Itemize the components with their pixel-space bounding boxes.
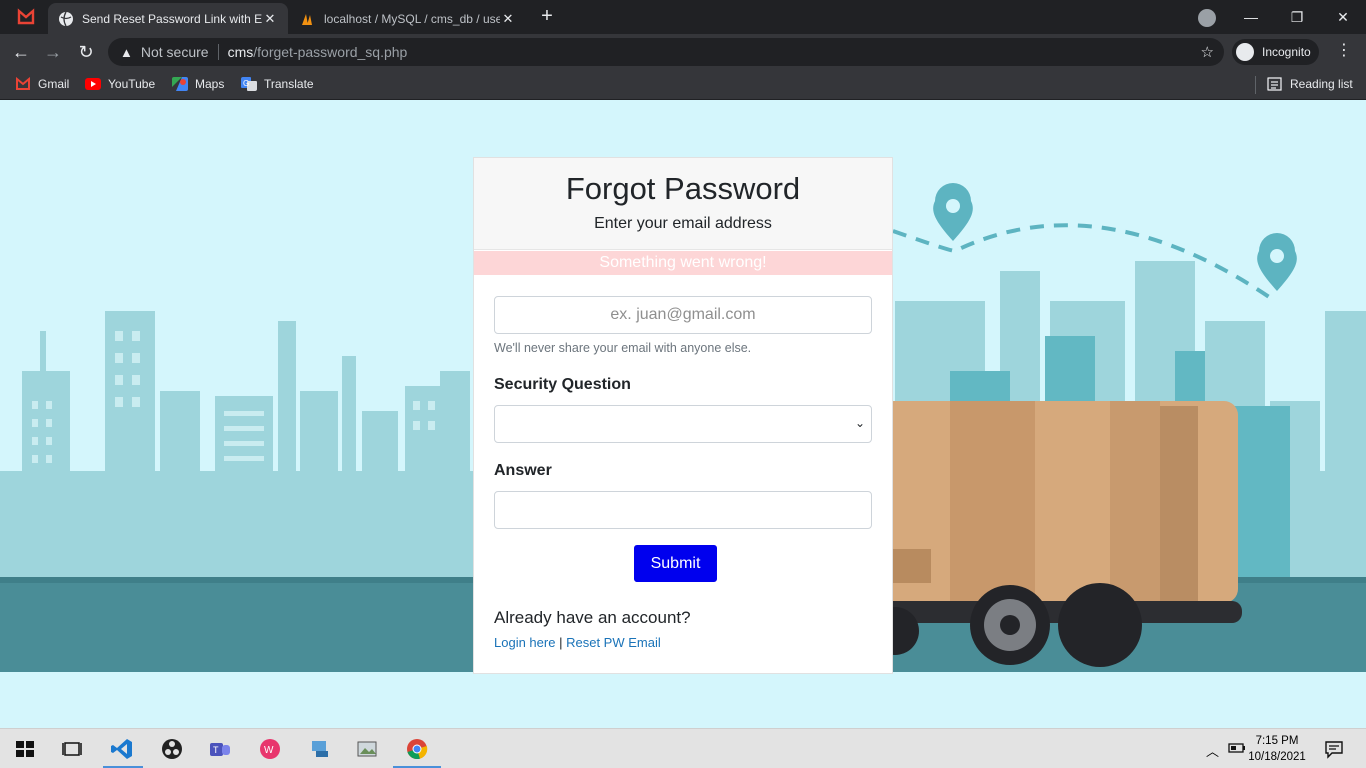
system-clock[interactable]: 7:15 PM 10/18/2021 (1244, 733, 1310, 765)
svg-text:T: T (213, 745, 219, 755)
vscode-icon[interactable] (110, 737, 134, 761)
clock-date: 10/18/2021 (1248, 751, 1306, 763)
minimize-icon[interactable]: — (1228, 0, 1274, 34)
wampserver-icon[interactable]: W (258, 737, 282, 761)
bookmark-label: Translate (264, 77, 314, 91)
close-icon[interactable]: ✕ (262, 11, 278, 27)
clock-time: 7:15 PM (1255, 735, 1299, 747)
bookmark-maps[interactable]: Maps (172, 77, 224, 91)
reload-icon[interactable]: ↻ (73, 39, 99, 65)
youtube-icon (85, 78, 101, 90)
bookmark-translate[interactable]: G Translate (241, 77, 314, 91)
incognito-icon (1236, 43, 1254, 61)
tab-label: localhost / MySQL / cms_db / use (324, 11, 500, 26)
warning-icon[interactable]: ▲ (120, 45, 133, 60)
address-bar[interactable]: ▲ Not secure cms/forget-password_sq.php … (108, 38, 1224, 66)
page-subtitle: Enter your email address (594, 215, 772, 232)
answer-label: Answer (494, 462, 552, 479)
photos-icon[interactable] (356, 737, 380, 761)
bookmark-label: Maps (195, 77, 225, 91)
tab-label: Send Reset Password Link with Em (82, 11, 262, 26)
bookmark-label: Gmail (38, 77, 70, 91)
link-separator: | (559, 635, 563, 650)
window-close-icon[interactable]: ✕ (1320, 0, 1366, 34)
reading-list-icon (1267, 77, 1282, 91)
svg-text:W: W (264, 745, 274, 756)
bookmarks-bar: Gmail YouTube Maps G Translate Reading l… (0, 70, 1366, 100)
divider (217, 44, 219, 60)
chrome-icon[interactable] (405, 737, 429, 761)
bookmark-gmail[interactable]: Gmail (15, 77, 69, 91)
reading-list-button[interactable]: Reading list (1267, 77, 1353, 91)
url-host: cms (227, 44, 254, 60)
email-input[interactable] (494, 296, 872, 334)
restore-icon[interactable]: ❐ (1274, 0, 1320, 34)
close-icon[interactable]: ✕ (500, 11, 516, 27)
forward-icon[interactable]: → (40, 39, 66, 65)
tab-strip: Send Reset Password Link with Em ✕ local… (0, 0, 1366, 34)
new-tab-button[interactable]: + (536, 6, 558, 28)
security-question-select[interactable]: ⌄ (494, 405, 872, 443)
bookmark-star-icon[interactable]: ☆ (1201, 43, 1214, 61)
card-header: Forgot Password Enter your email address (474, 158, 892, 250)
bookmark-label: YouTube (108, 77, 156, 91)
page-content: Forgot Password Enter your email address… (0, 101, 1366, 728)
account-links: Login here | Reset PW Email (494, 635, 661, 650)
incognito-badge[interactable]: Incognito (1232, 39, 1319, 65)
gmail-tab-icon[interactable] (10, 7, 42, 27)
tab-search-icon[interactable] (1198, 9, 1216, 27)
notification-icon[interactable] (1324, 739, 1344, 759)
submit-button[interactable]: Submit (634, 545, 717, 582)
windows-taskbar: T W ︿ 7:15 PM 10/18/2021 (0, 728, 1366, 768)
reading-list-label: Reading list (1290, 77, 1353, 91)
divider (1255, 76, 1256, 94)
url-path: /forget-password_sq.php (253, 44, 408, 60)
chevron-up-icon[interactable]: ︿ (1206, 741, 1219, 760)
error-alert: Something went wrong! (474, 251, 892, 275)
menu-kebab-icon[interactable]: ⋮ (1336, 40, 1352, 60)
email-help-text: We'll never share your email with anyone… (494, 341, 752, 355)
chevron-down-icon: ⌄ (854, 416, 865, 430)
svg-text:G: G (243, 79, 249, 88)
page-title: Forgot Password (565, 171, 801, 206)
answer-input[interactable] (494, 491, 872, 529)
security-indicator[interactable]: Not secure (141, 44, 209, 60)
login-link[interactable]: Login here (494, 635, 555, 650)
task-view-icon[interactable] (60, 737, 84, 761)
incognito-label: Incognito (1262, 45, 1311, 59)
forgot-password-card: Forgot Password Enter your email address… (473, 157, 893, 674)
tab-reset-password[interactable]: Send Reset Password Link with Em ✕ (48, 3, 288, 34)
already-account-text: Already have an account? (494, 608, 691, 627)
obs-icon[interactable] (160, 737, 184, 761)
maps-icon (172, 77, 188, 91)
network-drive-icon[interactable] (308, 737, 332, 761)
security-question-label: Security Question (494, 376, 631, 393)
globe-icon (59, 11, 73, 26)
back-icon[interactable]: ← (8, 39, 34, 65)
teams-icon[interactable]: T (208, 737, 232, 761)
gmail-icon (16, 77, 30, 90)
bookmark-youtube[interactable]: YouTube (85, 77, 155, 91)
translate-icon: G (241, 77, 257, 91)
windows-start-icon[interactable] (13, 737, 37, 761)
tab-phpmyadmin[interactable]: localhost / MySQL / cms_db / use ✕ (290, 3, 526, 34)
browser-toolbar: ← → ↻ ▲ Not secure cms/forget-password_s… (0, 34, 1366, 70)
reset-pw-email-link[interactable]: Reset PW Email (566, 635, 661, 650)
phpmyadmin-icon (302, 13, 312, 25)
